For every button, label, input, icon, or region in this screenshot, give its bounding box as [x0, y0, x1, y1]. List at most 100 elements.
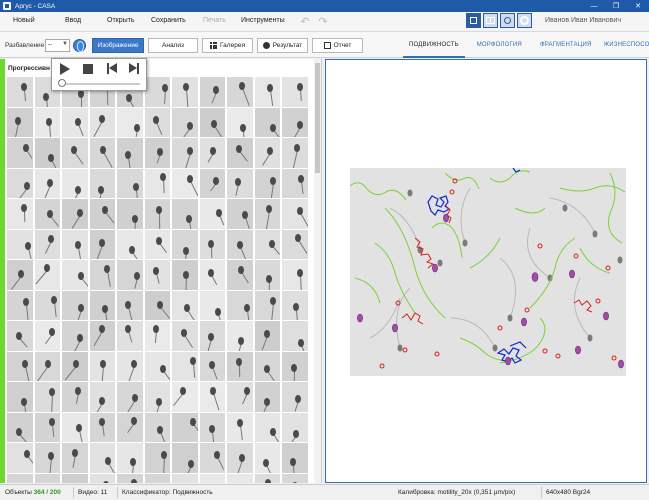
gallery-thumbnail[interactable] — [117, 290, 143, 320]
gallery-thumbnail[interactable] — [199, 321, 225, 351]
gallery-thumbnail[interactable] — [7, 351, 33, 381]
gallery-thumbnail[interactable] — [282, 382, 308, 412]
gallery-thumbnail[interactable] — [89, 321, 115, 351]
gallery-thumbnail[interactable] — [89, 107, 115, 137]
gallery-thumbnail[interactable] — [89, 351, 115, 381]
gallery-thumbnail[interactable] — [117, 138, 143, 168]
gallery-thumbnail[interactable] — [254, 351, 280, 381]
gallery-thumbnail[interactable] — [7, 443, 33, 473]
gallery-thumbnail[interactable] — [282, 77, 308, 107]
view-circle-icon[interactable] — [500, 13, 515, 28]
gallery-thumbnail[interactable] — [282, 138, 308, 168]
gallery-thumbnail[interactable] — [282, 107, 308, 137]
gallery-thumbnail[interactable] — [282, 199, 308, 229]
gallery-thumbnail[interactable] — [7, 473, 33, 483]
gallery-thumbnail[interactable] — [117, 168, 143, 198]
gallery-thumbnail[interactable] — [282, 229, 308, 259]
gallery-thumbnail[interactable] — [34, 321, 60, 351]
gallery-thumbnail[interactable] — [199, 382, 225, 412]
gallery-thumbnail[interactable] — [89, 168, 115, 198]
gallery-thumbnail[interactable] — [227, 107, 253, 137]
gallery-thumbnail[interactable] — [282, 351, 308, 381]
menu-open[interactable]: Открыть — [107, 17, 135, 24]
frame-slider-track[interactable] — [62, 83, 140, 85]
gallery-thumbnail[interactable] — [144, 351, 170, 381]
gallery-thumbnail[interactable] — [117, 260, 143, 290]
gallery-thumbnail[interactable] — [144, 443, 170, 473]
gallery-thumbnail[interactable] — [172, 443, 198, 473]
gallery-thumbnail[interactable] — [254, 443, 280, 473]
gallery-thumbnail[interactable] — [282, 290, 308, 320]
tab-morphology[interactable]: МОРФОЛОГИЯ — [471, 32, 528, 58]
gallery-thumbnail[interactable] — [117, 443, 143, 473]
gallery-thumbnail[interactable] — [172, 260, 198, 290]
gallery-thumbnail[interactable] — [144, 107, 170, 137]
gallery-thumbnail[interactable] — [62, 321, 88, 351]
menu-print[interactable]: Печать — [203, 17, 226, 24]
gallery-scrollbar[interactable] — [314, 59, 321, 483]
gallery-thumbnail[interactable] — [7, 199, 33, 229]
gallery-thumbnail[interactable] — [7, 107, 33, 137]
gallery-thumbnail[interactable] — [227, 260, 253, 290]
gallery-thumbnail[interactable] — [117, 473, 143, 483]
image-button[interactable]: Изображение — [92, 38, 144, 53]
gallery-thumbnail[interactable] — [7, 412, 33, 442]
gallery-thumbnail[interactable] — [7, 77, 33, 107]
gallery-thumbnail[interactable] — [254, 382, 280, 412]
gallery-thumbnail[interactable] — [144, 199, 170, 229]
gallery-thumbnail[interactable] — [227, 473, 253, 483]
gallery-thumbnail[interactable] — [117, 229, 143, 259]
gallery-thumbnail[interactable] — [89, 199, 115, 229]
gallery-thumbnail[interactable] — [89, 138, 115, 168]
gallery-thumbnail[interactable] — [34, 443, 60, 473]
gallery-thumbnail[interactable] — [172, 412, 198, 442]
gallery-thumbnail[interactable] — [227, 199, 253, 229]
gallery-thumbnail[interactable] — [144, 77, 170, 107]
gallery-thumbnail[interactable] — [62, 107, 88, 137]
gallery-thumbnail[interactable] — [227, 321, 253, 351]
result-button[interactable]: Результат — [257, 38, 308, 53]
gallery-thumbnail[interactable] — [62, 473, 88, 483]
minimize-icon[interactable]: — — [583, 0, 605, 12]
view-single-icon[interactable] — [466, 13, 481, 28]
gallery-thumbnail[interactable] — [7, 138, 33, 168]
gallery-thumbnail[interactable] — [227, 443, 253, 473]
view-ring-icon[interactable] — [517, 13, 532, 28]
gallery-thumbnail[interactable] — [7, 321, 33, 351]
gallery-thumbnail[interactable] — [227, 138, 253, 168]
gallery-thumbnail[interactable] — [254, 412, 280, 442]
gallery-thumbnail[interactable] — [199, 412, 225, 442]
menu-input[interactable]: Ввод — [65, 17, 81, 24]
gallery-thumbnail[interactable] — [199, 107, 225, 137]
gallery-thumbnail[interactable] — [34, 382, 60, 412]
gallery-thumbnail[interactable] — [7, 229, 33, 259]
gallery-thumbnail[interactable] — [89, 443, 115, 473]
gallery-thumbnail[interactable] — [227, 77, 253, 107]
play-icon[interactable] — [60, 63, 70, 75]
gallery-thumbnail[interactable] — [34, 229, 60, 259]
gallery-thumbnail[interactable] — [34, 260, 60, 290]
gallery-thumbnail[interactable] — [62, 199, 88, 229]
analysis-button[interactable]: Анализ — [148, 38, 198, 53]
gallery-thumbnail[interactable] — [254, 290, 280, 320]
gallery-thumbnail[interactable] — [172, 473, 198, 483]
gallery-thumbnail[interactable] — [144, 290, 170, 320]
menu-tools[interactable]: Инструменты — [241, 17, 285, 24]
skip-forward-icon[interactable] — [129, 63, 141, 75]
gallery-thumbnail[interactable] — [282, 473, 308, 483]
gallery-thumbnail[interactable] — [172, 138, 198, 168]
gallery-thumbnail[interactable] — [227, 351, 253, 381]
report-button[interactable]: Отчет — [312, 38, 363, 53]
gallery-thumbnail[interactable] — [34, 138, 60, 168]
gallery-thumbnail[interactable] — [254, 199, 280, 229]
gallery-thumbnail[interactable] — [199, 138, 225, 168]
gallery-thumbnail[interactable] — [34, 168, 60, 198]
gallery-thumbnail[interactable] — [172, 107, 198, 137]
menu-new[interactable]: Новый — [13, 17, 35, 24]
gallery-thumbnail[interactable] — [199, 290, 225, 320]
gallery-thumbnail[interactable] — [34, 107, 60, 137]
gallery-thumbnail[interactable] — [199, 443, 225, 473]
gallery-thumbnail[interactable] — [62, 351, 88, 381]
gallery-thumbnail[interactable] — [144, 229, 170, 259]
gallery-thumbnail[interactable] — [254, 107, 280, 137]
